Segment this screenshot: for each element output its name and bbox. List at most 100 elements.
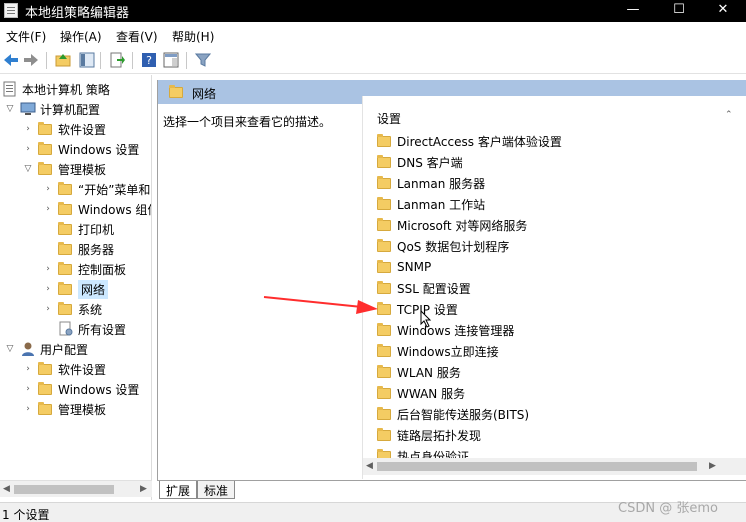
tree-item-system[interactable]: › 系统	[42, 299, 102, 319]
chevron-right-icon[interactable]: ›	[42, 282, 54, 296]
tree-item-printers[interactable]: 打印机	[58, 219, 114, 239]
tree-horizontal-scrollbar[interactable]: ◀ ▶	[0, 480, 152, 497]
menu-view[interactable]: 查看(V)	[116, 28, 158, 45]
list-item-tcpip[interactable]: TCPIP 设置	[377, 299, 458, 319]
export-list-icon[interactable]	[108, 51, 126, 69]
title-bar: 本地组策略编辑器 — ☐ ✕	[0, 0, 746, 22]
tree-item-control-panel[interactable]: › 控制面板	[42, 259, 126, 279]
list-item[interactable]: SSL 配置设置	[377, 278, 471, 298]
column-header-settings[interactable]: 设置	[377, 110, 401, 127]
tree-item-server[interactable]: 服务器	[58, 239, 114, 259]
list-item[interactable]: Windows 连接管理器	[377, 320, 514, 340]
chevron-right-icon[interactable]: ›	[22, 402, 34, 416]
folder-icon	[58, 201, 72, 215]
scrollbar-thumb[interactable]	[14, 485, 114, 494]
tree-item-windows-components[interactable]: › Windows 组件	[42, 199, 151, 219]
chevron-right-icon[interactable]: ›	[22, 122, 34, 136]
folder-icon	[58, 301, 72, 315]
maximize-button[interactable]: ☐	[656, 0, 702, 22]
sort-up-icon[interactable]: ⌃	[725, 110, 733, 120]
content-header-title: 网络	[192, 87, 217, 101]
chevron-right-icon[interactable]: ›	[42, 202, 54, 216]
folder-icon	[377, 364, 391, 378]
chevron-right-icon[interactable]: ›	[22, 362, 34, 376]
scroll-left-icon[interactable]: ◀	[3, 484, 10, 494]
tree-item-admin-templates[interactable]: ▽ 管理模板	[22, 159, 106, 179]
tree-item-computer-config[interactable]: ▽ 计算机配置	[4, 99, 100, 119]
list-item[interactable]: WWAN 服务	[377, 383, 465, 403]
back-arrow-icon[interactable]	[2, 51, 20, 69]
menu-help[interactable]: 帮助(H)	[172, 28, 214, 45]
list-item-label: SNMP	[397, 260, 432, 274]
tree-item-user-config[interactable]: ▽ 用户配置	[4, 339, 88, 359]
close-button[interactable]: ✕	[700, 0, 746, 22]
chevron-right-icon[interactable]: ›	[22, 382, 34, 396]
folder-icon	[377, 322, 391, 336]
list-horizontal-scrollbar[interactable]: ◀ ▶	[363, 458, 746, 475]
list-item-label: QoS 数据包计划程序	[397, 239, 510, 254]
toolbar-separator	[186, 52, 187, 69]
tree-item-user-software-settings[interactable]: › 软件设置	[22, 359, 106, 379]
tab-standard[interactable]: 标准	[197, 481, 236, 499]
chevron-right-icon[interactable]: ›	[42, 302, 54, 316]
list-item[interactable]: SNMP	[377, 257, 431, 277]
list-item-label: WWAN 服务	[397, 386, 466, 401]
chevron-down-icon[interactable]: ▽	[22, 162, 34, 176]
list-item[interactable]: WLAN 服务	[377, 362, 461, 382]
mouse-cursor-icon	[420, 310, 432, 328]
list-item[interactable]: DNS 客户端	[377, 152, 463, 172]
list-item-label: Lanman 工作站	[397, 197, 486, 212]
tree-item-label: Windows 设置	[58, 382, 140, 397]
list-item[interactable]: DirectAccess 客户端体验设置	[377, 131, 562, 151]
tree-item-network[interactable]: › 网络	[42, 279, 109, 299]
minimize-button[interactable]: —	[610, 0, 656, 22]
tree-item-local-computer-policy[interactable]: 本地计算机 策略	[2, 79, 110, 99]
help-icon[interactable]: ?	[140, 51, 158, 69]
chevron-right-icon[interactable]: ›	[42, 182, 54, 196]
tree-item-windows-settings[interactable]: › Windows 设置	[22, 139, 139, 159]
list-item[interactable]: QoS 数据包计划程序	[377, 236, 509, 256]
up-folder-icon[interactable]	[54, 51, 72, 69]
svg-text:?: ?	[146, 54, 152, 67]
menu-action[interactable]: 操作(A)	[60, 28, 102, 45]
folder-icon	[377, 259, 391, 273]
computer-icon	[20, 102, 36, 115]
toolbar-separator	[46, 52, 47, 69]
scrollbar-thumb[interactable]	[377, 462, 697, 471]
policy-editor-app-icon	[4, 3, 18, 18]
tree-item-label: 控制面板	[78, 262, 127, 277]
tree-item-start-menu[interactable]: › “开始”菜单和	[42, 179, 150, 199]
folder-icon	[377, 196, 391, 210]
chevron-right-icon[interactable]: ›	[22, 142, 34, 156]
filter-icon[interactable]	[194, 51, 212, 69]
list-item[interactable]: Lanman 工作站	[377, 194, 485, 214]
chevron-down-icon[interactable]: ▽	[4, 102, 16, 116]
forward-arrow-icon[interactable]	[22, 51, 40, 69]
show-hide-tree-icon[interactable]	[78, 51, 96, 69]
chevron-right-icon[interactable]: ›	[42, 262, 54, 276]
tree-item-user-windows-settings[interactable]: › Windows 设置	[22, 379, 139, 399]
tree-item-label: 计算机配置	[40, 102, 101, 117]
show-hide-pane-icon[interactable]	[162, 51, 180, 69]
menu-file[interactable]: 文件(F)	[6, 28, 46, 45]
scroll-left-icon[interactable]: ◀	[366, 461, 373, 471]
list-item[interactable]: 后台智能传送服务(BITS)	[377, 404, 529, 424]
folder-icon	[377, 406, 391, 420]
list-item[interactable]: Microsoft 对等网络服务	[377, 215, 527, 235]
tree-item-label: 管理模板	[58, 162, 107, 177]
tab-extended[interactable]: 扩展	[159, 481, 198, 499]
folder-icon	[377, 175, 391, 189]
chevron-down-icon[interactable]: ▽	[4, 342, 16, 356]
list-item[interactable]: Windows立即连接	[377, 341, 499, 361]
scroll-right-icon[interactable]: ▶	[709, 461, 716, 471]
scroll-right-icon[interactable]: ▶	[140, 484, 147, 494]
folder-icon	[377, 385, 391, 399]
list-item[interactable]: Lanman 服务器	[377, 173, 485, 193]
tree-item-software-settings[interactable]: › 软件设置	[22, 119, 106, 139]
folder-icon	[38, 121, 52, 135]
list-item[interactable]: 链路层拓扑发现	[377, 425, 481, 445]
tree-item-all-settings[interactable]: 所有设置	[58, 319, 126, 339]
tree-item-user-admin-templates[interactable]: › 管理模板	[22, 399, 106, 419]
list-item-label: Lanman 服务器	[397, 176, 486, 191]
folder-icon	[58, 181, 72, 195]
